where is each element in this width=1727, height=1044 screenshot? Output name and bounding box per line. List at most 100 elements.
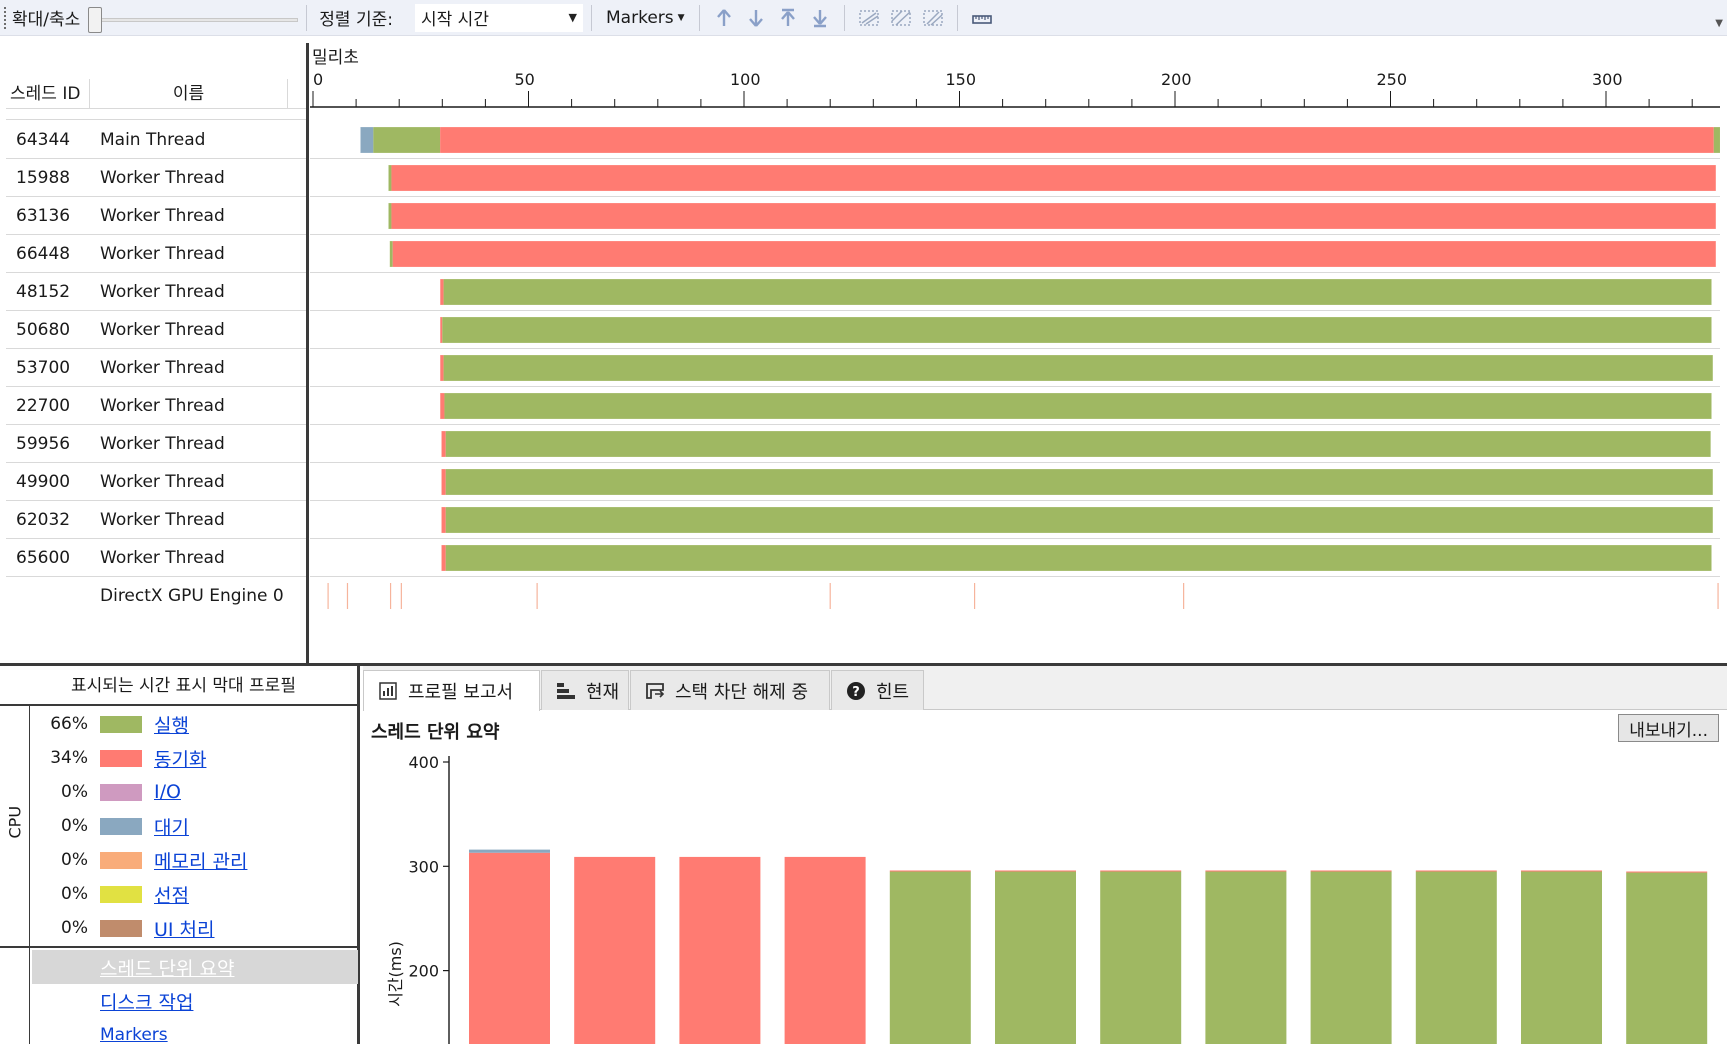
segment-sync[interactable]	[441, 431, 446, 457]
thread-row[interactable]: 63136 Worker Thread	[6, 197, 306, 235]
time-ruler[interactable]: 0 50 100 150 200 250 300	[310, 65, 1720, 109]
filter-hatched-icon[interactable]	[885, 4, 917, 32]
bar-segment[interactable]	[679, 856, 761, 1044]
tab-profile-report[interactable]: 프로필 보고서	[363, 670, 540, 711]
segment-sync[interactable]	[440, 355, 444, 381]
ruler-icon[interactable]	[966, 4, 998, 32]
segment-exec[interactable]	[388, 165, 392, 191]
thread-lane[interactable]	[310, 121, 1720, 159]
segment-sync[interactable]	[441, 469, 446, 495]
segment-exec[interactable]	[442, 317, 1712, 343]
gpu-engine-row[interactable]: DirectX GPU Engine 0	[6, 577, 306, 615]
report-nav-item[interactable]: 디스크 작업	[32, 984, 358, 1018]
tab-current[interactable]: 현재	[541, 670, 629, 710]
thread-lane[interactable]	[310, 501, 1720, 539]
toolbar-grip[interactable]	[4, 6, 8, 29]
segment-exec[interactable]	[443, 279, 1712, 305]
bar-segment[interactable]	[1100, 870, 1182, 872]
thread-row[interactable]: 50680 Worker Thread	[6, 311, 306, 349]
thread-row[interactable]: 53700 Worker Thread	[6, 349, 306, 387]
legend-link[interactable]: 선점	[154, 881, 189, 908]
zoom-slider[interactable]	[88, 6, 299, 33]
move-to-bottom-icon[interactable]	[804, 4, 836, 32]
timeline-splitter[interactable]	[306, 43, 309, 663]
report-nav-item[interactable]: 스레드 단위 요약	[32, 950, 358, 984]
bar-segment[interactable]	[1415, 871, 1497, 1044]
thread-lane[interactable]	[310, 197, 1720, 235]
segment-sync[interactable]	[392, 241, 1716, 267]
report-nav-item[interactable]: Markers	[32, 1018, 358, 1044]
segment-sync[interactable]	[440, 279, 444, 305]
thread-lane[interactable]	[310, 235, 1720, 273]
bar-segment[interactable]	[784, 856, 866, 1044]
segment-exec[interactable]	[373, 127, 441, 153]
bar-segment[interactable]	[469, 849, 550, 853]
tab-hints[interactable]: ? 힌트	[831, 670, 924, 710]
segment-sync[interactable]	[391, 203, 1716, 229]
bar-segment[interactable]	[1205, 871, 1287, 1044]
segment-sync[interactable]	[440, 127, 1714, 153]
thread-row[interactable]: 15988 Worker Thread	[6, 159, 306, 197]
legend-link[interactable]: 동기화	[154, 745, 206, 772]
filter-cross-icon[interactable]	[917, 4, 949, 32]
thread-lane[interactable]	[310, 273, 1720, 311]
legend-link[interactable]: I/O	[154, 781, 181, 803]
thread-row[interactable]: 48152 Worker Thread	[6, 273, 306, 311]
segment-exec[interactable]	[443, 355, 1713, 381]
legend-link[interactable]: 대기	[154, 813, 189, 840]
thread-lane[interactable]	[310, 425, 1720, 463]
bar-segment[interactable]	[995, 870, 1076, 872]
bar-segment[interactable]	[889, 871, 971, 1044]
segment-sync[interactable]	[440, 317, 443, 343]
export-button[interactable]: 내보내기...	[1618, 714, 1719, 742]
segment-exec[interactable]	[444, 393, 1712, 419]
thread-lane[interactable]	[310, 159, 1720, 197]
thread-lane[interactable]	[310, 387, 1720, 425]
toolbar-overflow-icon[interactable]: ▼	[1715, 18, 1723, 29]
bar-segment[interactable]	[1521, 870, 1602, 872]
column-header-name[interactable]: 이름	[90, 79, 288, 108]
thread-row[interactable]: 49900 Worker Thread	[6, 463, 306, 501]
sort-select[interactable]: 시작 시간 ▼	[415, 3, 583, 32]
segment-exec[interactable]	[389, 241, 393, 267]
tab-unblocking-stack[interactable]: 스택 차단 해제 중	[630, 670, 830, 710]
segment-exec[interactable]	[1713, 127, 1720, 153]
thread-lane[interactable]	[310, 311, 1720, 349]
legend-link[interactable]: UI 처리	[154, 915, 215, 942]
legend-link[interactable]: 실행	[154, 711, 189, 738]
segment-exec[interactable]	[445, 507, 1713, 533]
segment-sync[interactable]	[440, 393, 445, 419]
legend-link[interactable]: 메모리 관리	[154, 847, 247, 874]
bar-segment[interactable]	[1310, 871, 1392, 1044]
gpu-lane[interactable]	[310, 577, 1720, 615]
bar-segment[interactable]	[1521, 871, 1602, 1044]
thread-lane[interactable]	[310, 349, 1720, 387]
bar-segment[interactable]	[1100, 871, 1182, 1044]
segment-wait[interactable]	[360, 127, 374, 153]
bar-segment[interactable]	[1205, 870, 1287, 872]
segment-sync[interactable]	[391, 165, 1716, 191]
move-down-icon[interactable]	[740, 4, 772, 32]
bar-segment[interactable]	[1626, 872, 1708, 1044]
markers-dropdown[interactable]: Markers ▼	[600, 8, 691, 28]
move-up-icon[interactable]	[708, 4, 740, 32]
thread-lane[interactable]	[310, 463, 1720, 501]
bar-segment[interactable]	[1626, 871, 1708, 873]
segment-sync[interactable]	[441, 507, 446, 533]
segment-exec[interactable]	[445, 431, 1711, 457]
segment-exec[interactable]	[388, 203, 392, 229]
move-to-top-icon[interactable]	[772, 4, 804, 32]
bar-segment[interactable]	[469, 852, 550, 1044]
bar-segment[interactable]	[1310, 870, 1392, 872]
thread-row[interactable]: 59956 Worker Thread	[6, 425, 306, 463]
bar-segment[interactable]	[889, 870, 971, 872]
filter-blocked-icon[interactable]	[853, 4, 885, 32]
bar-segment[interactable]	[574, 856, 656, 1044]
column-header-thread-id[interactable]: 스레드 ID	[6, 79, 90, 108]
segment-exec[interactable]	[445, 469, 1713, 495]
thread-row[interactable]: 62032 Worker Thread	[6, 501, 306, 539]
bar-segment[interactable]	[995, 871, 1076, 1044]
thread-lane[interactable]	[310, 539, 1720, 577]
segment-sync[interactable]	[441, 545, 446, 571]
thread-row[interactable]: 66448 Worker Thread	[6, 235, 306, 273]
